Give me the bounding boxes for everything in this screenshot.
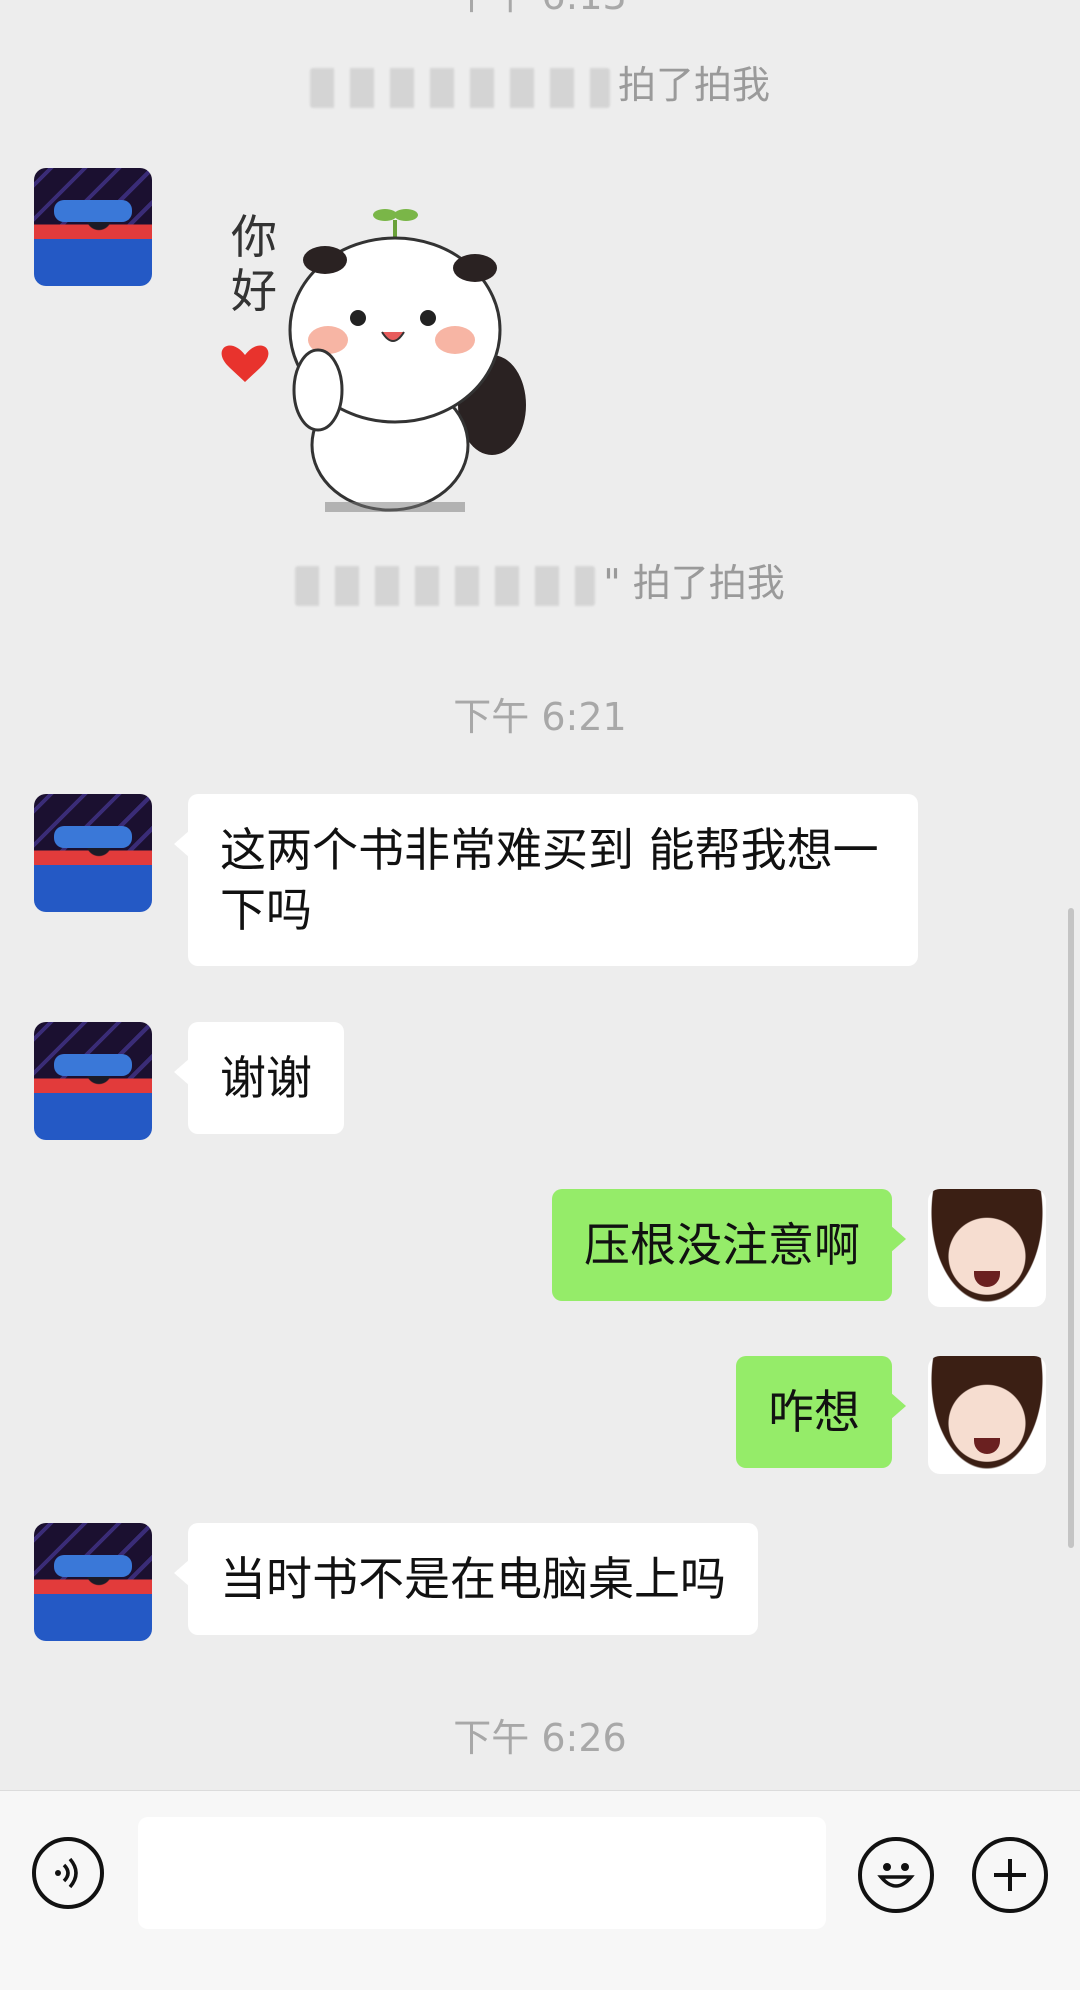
plus-icon — [994, 1859, 1026, 1891]
contact-avatar[interactable] — [34, 1022, 152, 1140]
emoji-icon — [877, 1863, 915, 1888]
blurred-name — [295, 565, 596, 606]
timestamp-partial: 下午 6:13 — [0, 0, 1080, 18]
input-bar — [0, 1790, 1080, 1990]
pat-notice-text: " 拍了拍我 — [603, 561, 785, 605]
pat-notice-text: 拍了拍我 — [617, 63, 770, 107]
message-bubble-incoming[interactable]: 谢谢 — [174, 1022, 344, 1134]
plus-button[interactable] — [972, 1837, 1048, 1913]
emoji-button[interactable] — [858, 1837, 934, 1913]
contact-avatar[interactable] — [34, 1523, 152, 1641]
message-bubble-outgoing[interactable]: 压根没注意啊 — [552, 1189, 906, 1301]
sticker-message[interactable]: 你 好 — [210, 200, 540, 520]
blurred-name — [309, 67, 610, 108]
message-bubble-incoming[interactable]: 这两个书非常难买到 能帮我想一下吗 — [174, 794, 918, 966]
timestamp: 下午 6:26 — [453, 1716, 627, 1760]
timestamp: 下午 6:21 — [453, 695, 627, 739]
contact-avatar[interactable] — [34, 794, 152, 912]
message-input[interactable] — [138, 1817, 826, 1929]
pat-notice: 拍了拍我 — [0, 62, 1080, 108]
bear-sticker-image — [221, 209, 526, 512]
contact-avatar[interactable] — [34, 168, 152, 286]
my-avatar[interactable] — [928, 1356, 1046, 1474]
pat-notice: " 拍了拍我 — [0, 560, 1080, 606]
message-bubble-outgoing[interactable]: 咋想 — [736, 1356, 906, 1468]
scrollbar[interactable] — [1068, 908, 1074, 1548]
my-avatar[interactable] — [928, 1189, 1046, 1307]
voice-button[interactable] — [32, 1837, 104, 1909]
voice-icon — [55, 1857, 78, 1889]
message-bubble-incoming[interactable]: 当时书不是在电脑桌上吗 — [174, 1523, 758, 1635]
